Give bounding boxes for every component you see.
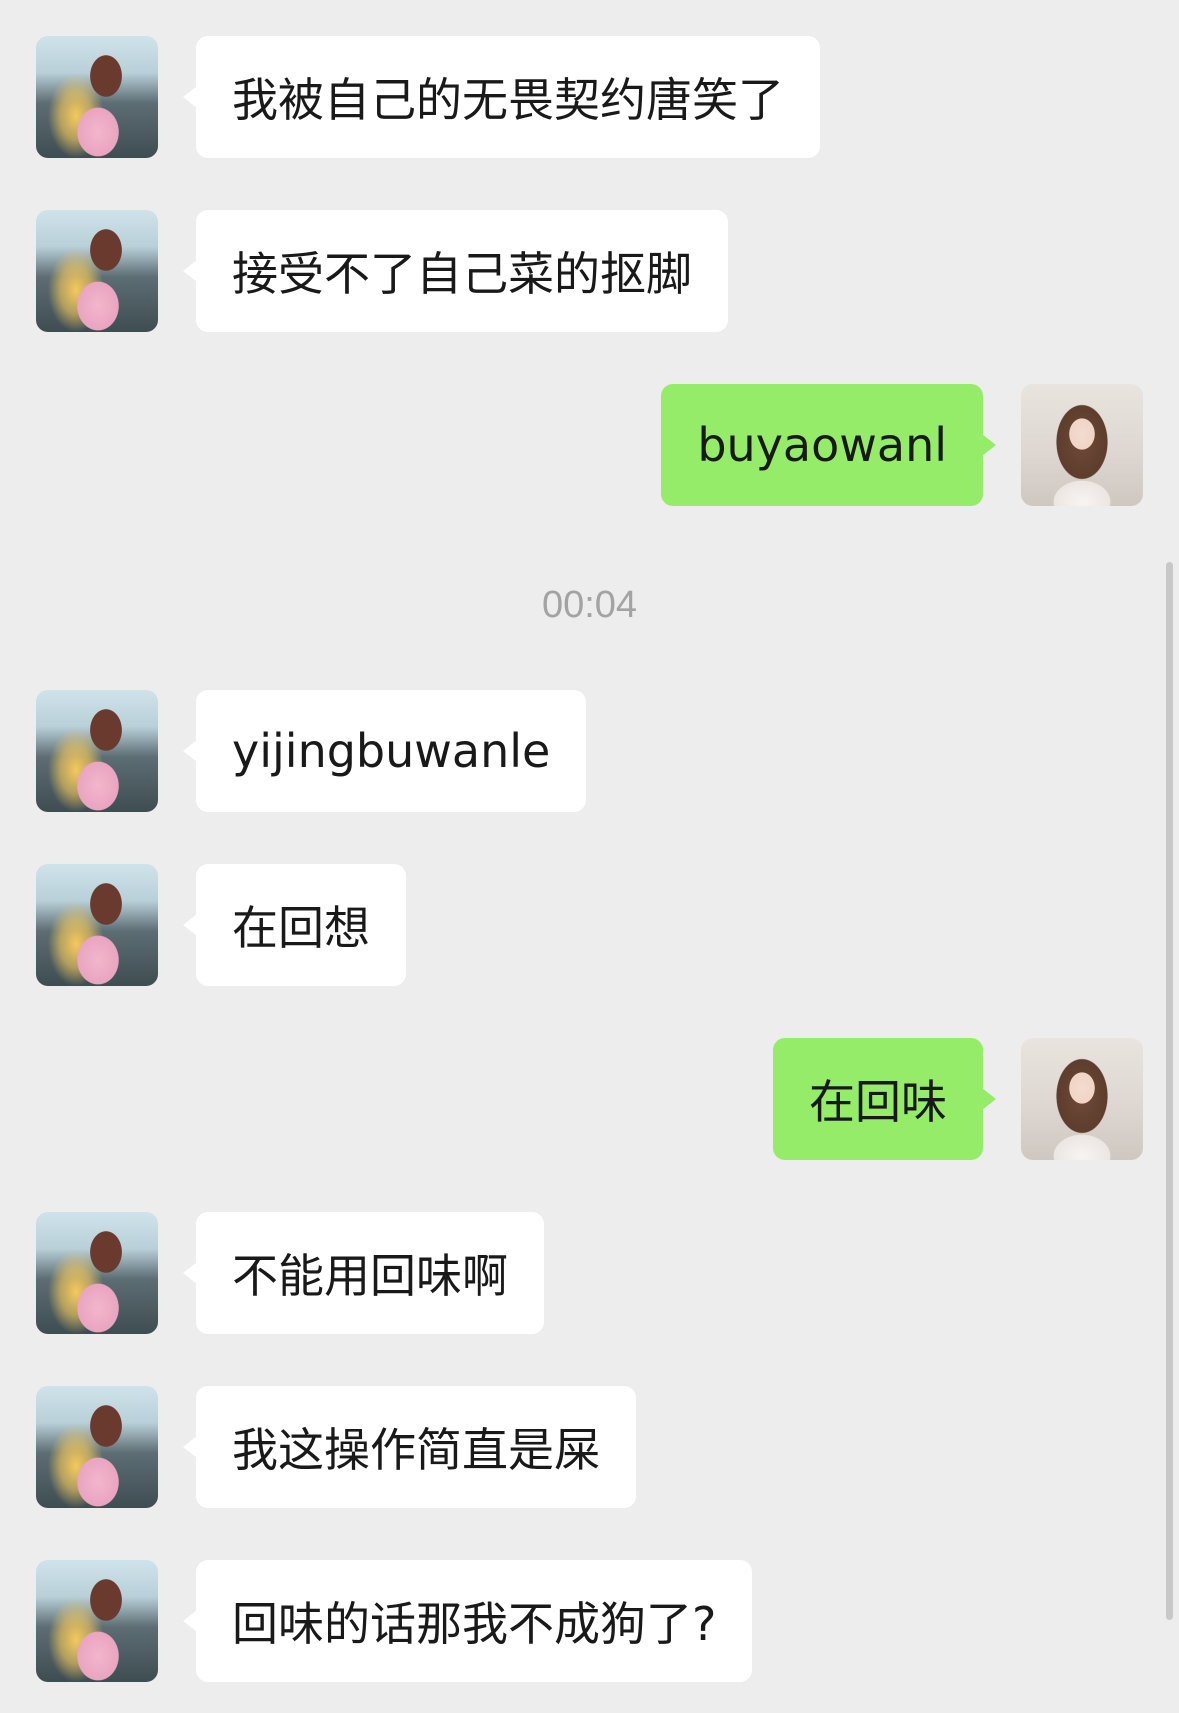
self-avatar[interactable] [1021, 1038, 1143, 1160]
message-bubble-outgoing[interactable]: 在回味 [773, 1038, 996, 1160]
message-bubble-incoming[interactable]: 接受不了自己菜的抠脚 [183, 210, 728, 332]
message-row-outgoing: 在回味 [443, 1038, 1143, 1160]
message-bubble-incoming[interactable]: 不能用回味啊 [183, 1212, 544, 1334]
contact-avatar[interactable] [36, 1212, 158, 1334]
contact-avatar[interactable] [36, 864, 158, 986]
message-row-outgoing: buyaowanl [443, 384, 1143, 506]
message-row-incoming: 我被自己的无畏契约唐笑了 [36, 36, 896, 158]
self-avatar[interactable] [1021, 384, 1143, 506]
message-row-incoming: yijingbuwanle [36, 690, 896, 812]
contact-avatar[interactable] [36, 210, 158, 332]
message-bubble-incoming[interactable]: 我被自己的无畏契约唐笑了 [183, 36, 820, 158]
message-row-incoming: 在回想 [36, 864, 896, 986]
message-bubble-outgoing[interactable]: buyaowanl [661, 384, 996, 506]
contact-avatar[interactable] [36, 690, 158, 812]
message-bubble-incoming[interactable]: 我这操作简直是屎 [183, 1386, 636, 1508]
contact-avatar[interactable] [36, 1560, 158, 1682]
scrollbar[interactable] [1166, 562, 1173, 1620]
message-bubble-incoming[interactable]: 回味的话那我不成狗了? [182, 1560, 753, 1682]
message-row-incoming: 不能用回味啊 [36, 1212, 896, 1334]
message-bubble-incoming[interactable]: yijingbuwanle [182, 690, 587, 812]
contact-avatar[interactable] [36, 36, 158, 158]
chat-view: 我被自己的无畏契约唐笑了 接受不了自己菜的抠脚 buyaowanl 00:04 … [0, 0, 1179, 1713]
message-row-incoming: 回味的话那我不成狗了? [36, 1560, 896, 1682]
message-timestamp: 00:04 [541, 584, 638, 626]
contact-avatar[interactable] [36, 1386, 158, 1508]
message-row-incoming: 接受不了自己菜的抠脚 [36, 210, 896, 332]
message-row-incoming: 我这操作简直是屎 [36, 1386, 896, 1508]
message-bubble-incoming[interactable]: 在回想 [183, 864, 406, 986]
